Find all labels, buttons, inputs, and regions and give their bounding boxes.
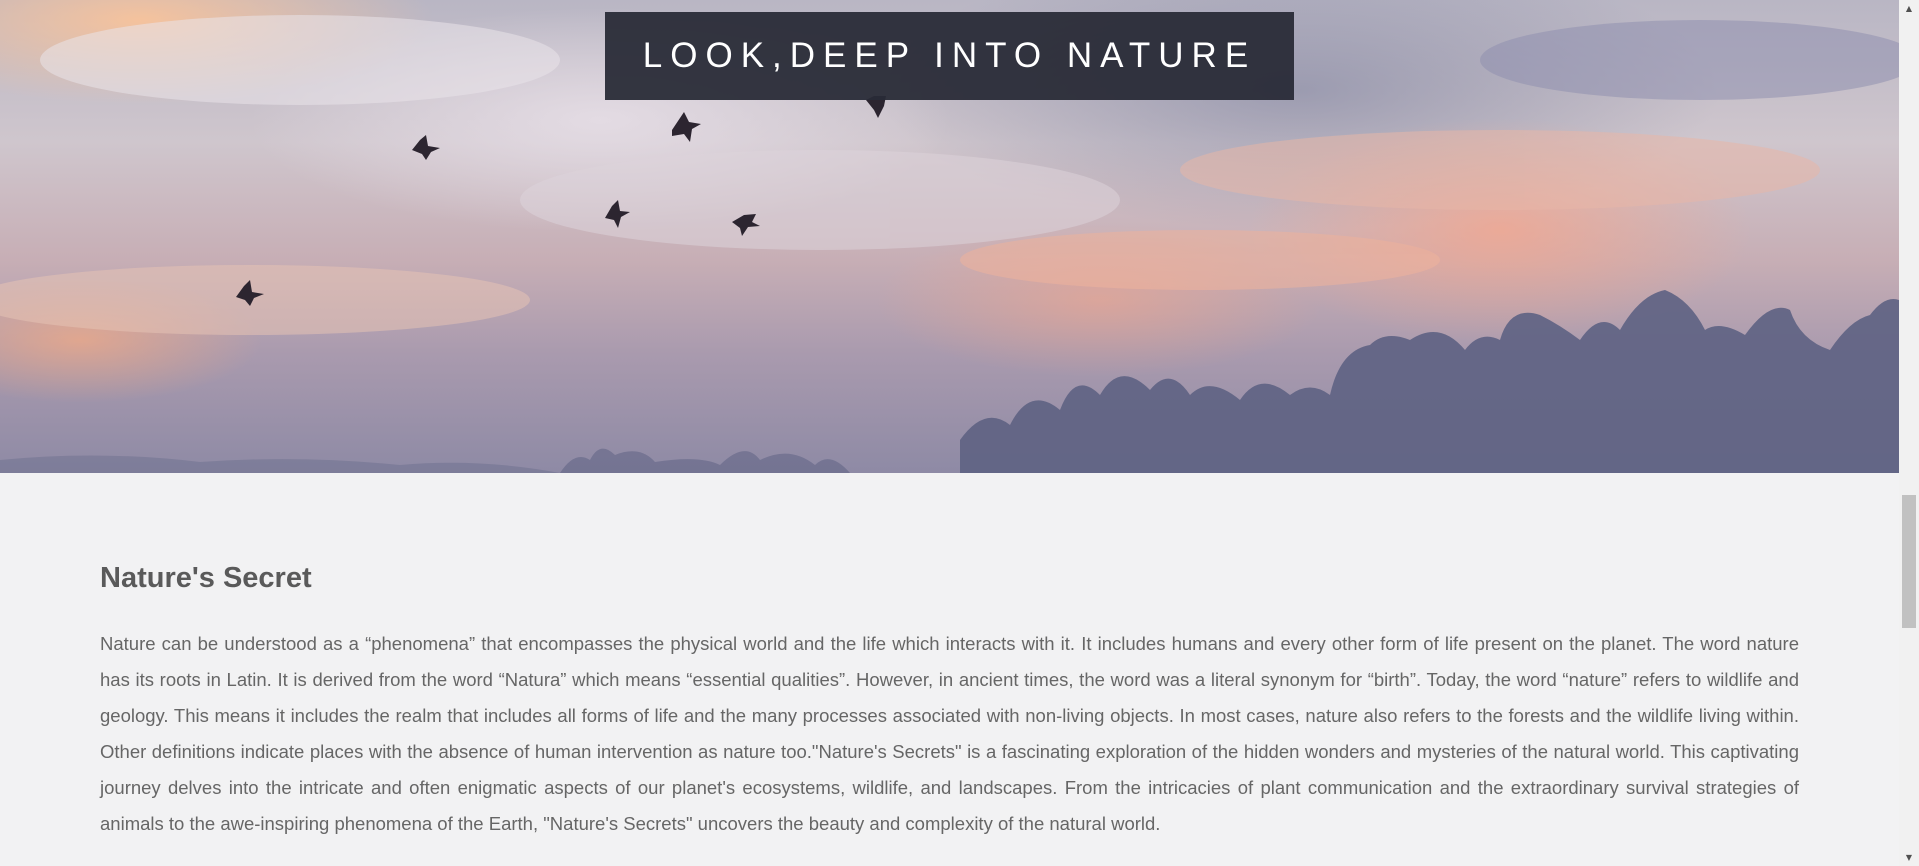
hero-title-box: LOOK,DEEP INTO NATURE	[605, 12, 1294, 100]
section-heading: Nature's Secret	[100, 562, 312, 594]
hero-banner: LOOK,DEEP INTO NATURE	[0, 0, 1899, 473]
hero-title: LOOK,DEEP INTO NATURE	[642, 36, 1257, 75]
scroll-down-arrow-icon[interactable]: ▼	[1899, 849, 1919, 866]
main-content: Nature's Secret Nature can be understood…	[100, 548, 1799, 842]
page: LOOK,DEEP INTO NATURE Nature's Secret Na…	[0, 0, 1919, 866]
scrollbar-thumb[interactable]	[1902, 495, 1916, 628]
section-paragraph: Nature can be understood as a “phenomena…	[100, 633, 1799, 834]
scroll-up-arrow-icon[interactable]: ▲	[1899, 0, 1919, 17]
vertical-scrollbar[interactable]: ▲ ▼	[1899, 0, 1919, 866]
